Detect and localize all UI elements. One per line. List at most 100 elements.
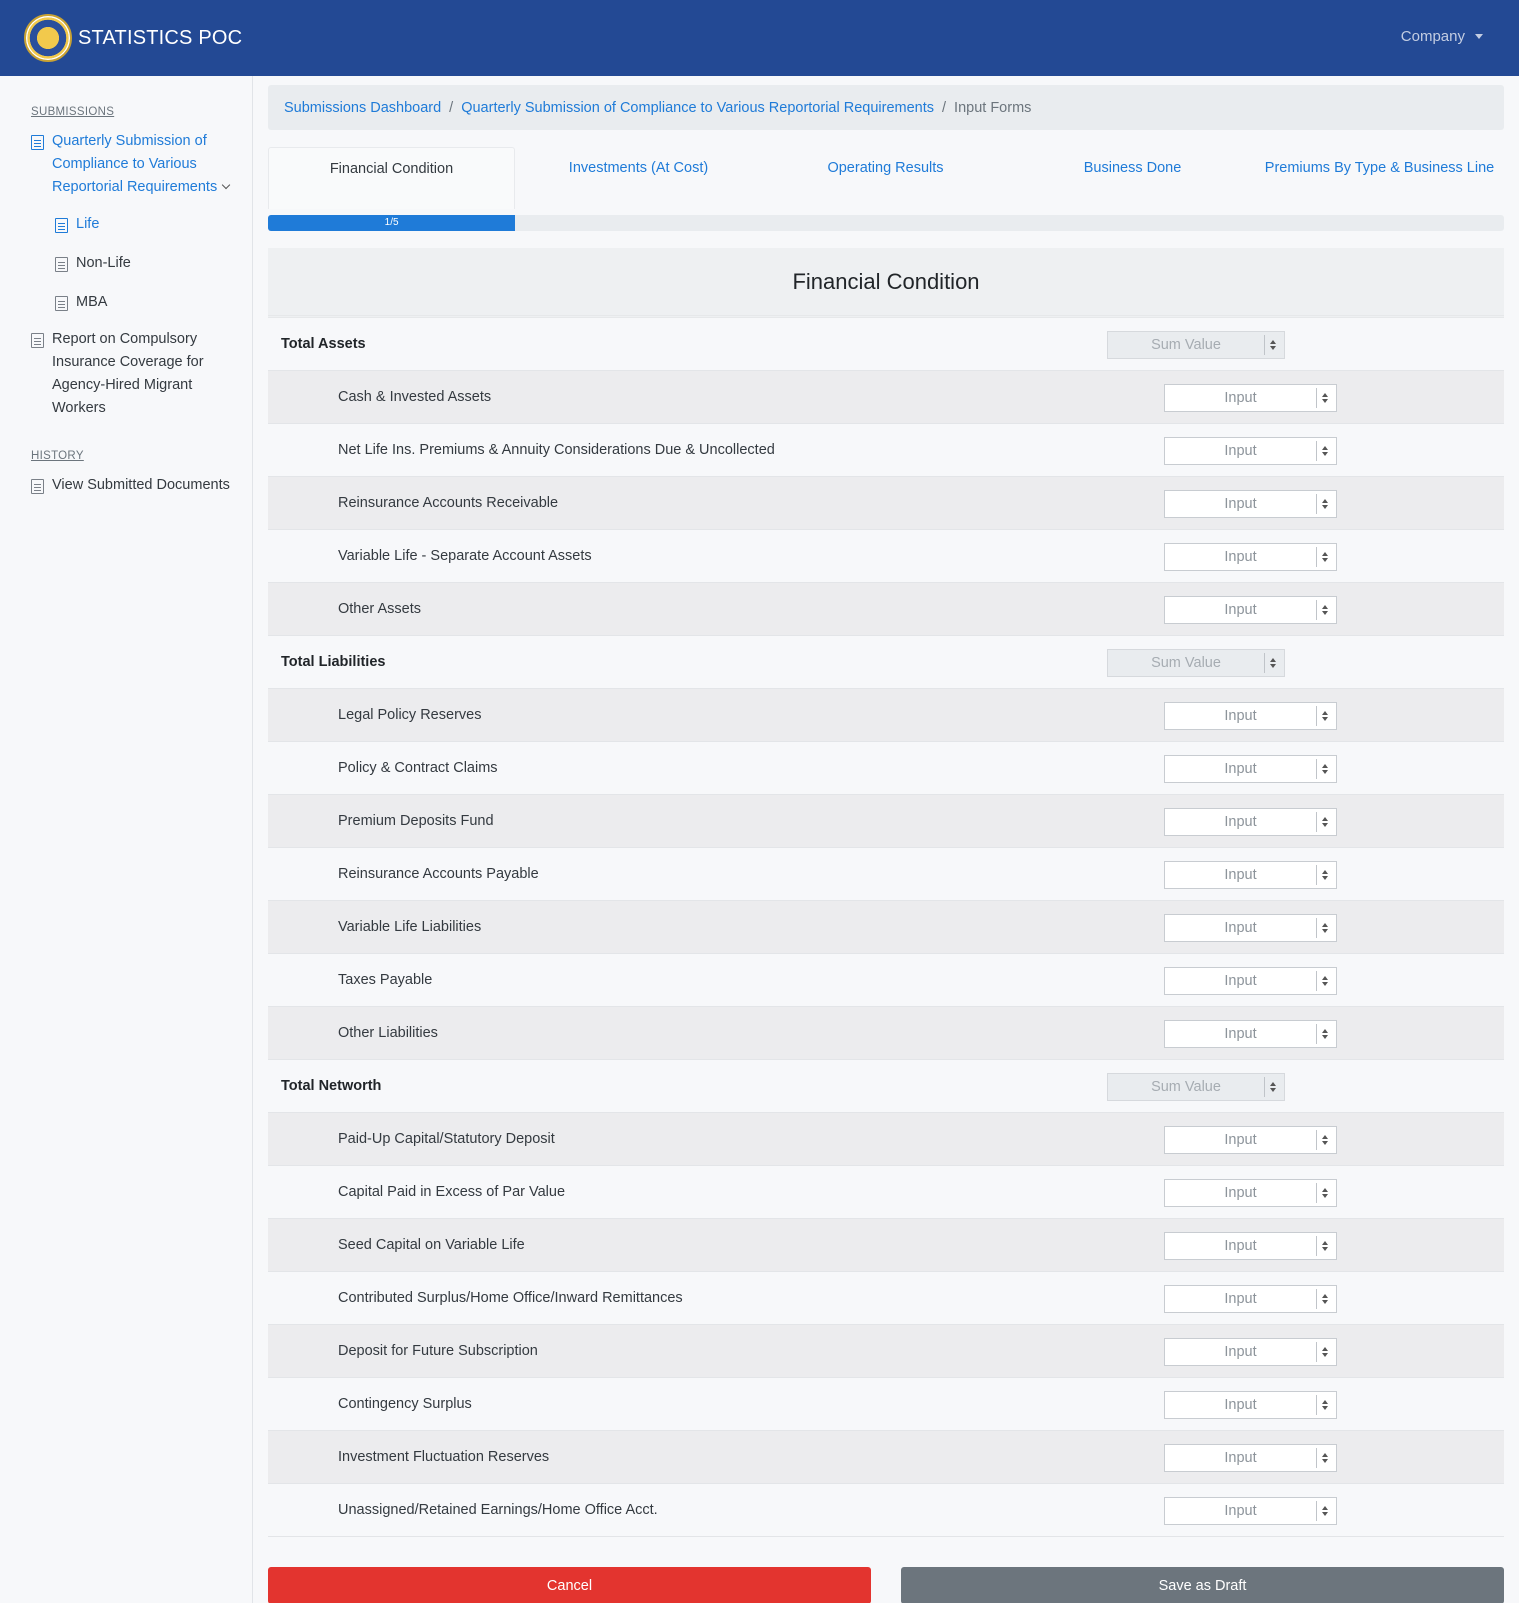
- spinner-arrows-icon[interactable]: [1316, 494, 1332, 514]
- sidebar-item-mba[interactable]: MBA: [55, 291, 255, 314]
- spinner-arrows-icon[interactable]: [1264, 653, 1280, 673]
- field-label: Legal Policy Reserves: [338, 707, 482, 723]
- spinner-arrows-icon[interactable]: [1264, 1077, 1280, 1097]
- spinner-arrows-icon[interactable]: [1316, 1183, 1332, 1203]
- group-label: Total Liabilities: [281, 654, 386, 670]
- sidebar-item-compulsory-insurance-report[interactable]: Report on Compulsory Insurance Coverage …: [31, 328, 231, 420]
- form-rows: Total Assets Sum Value Cash & Invested Ass…: [268, 318, 1504, 1537]
- number-input[interactable]: Input: [1164, 437, 1337, 465]
- number-input[interactable]: Input: [1164, 490, 1337, 518]
- sidebar-item-label: MBA: [76, 294, 108, 310]
- number-input[interactable]: Input: [1164, 384, 1337, 412]
- field-label: Cash & Invested Assets: [338, 389, 492, 405]
- spinner-arrows-icon[interactable]: [1316, 1236, 1332, 1256]
- spinner-arrows-icon[interactable]: [1316, 388, 1332, 408]
- spinner-arrows-icon[interactable]: [1316, 1395, 1332, 1415]
- number-input[interactable]: Input: [1164, 1285, 1337, 1313]
- form-row-investment-fluctuation-reserves: Investment Fluctuation Reserves Input: [268, 1431, 1504, 1484]
- number-input[interactable]: Input: [1164, 1444, 1337, 1472]
- group-label: Total Assets: [281, 336, 366, 352]
- number-input[interactable]: Input: [1164, 755, 1337, 783]
- document-icon: [55, 218, 68, 233]
- form-row-contributed-surplus-home-office-inward-remittances: Contributed Surplus/Home Office/Inward R…: [268, 1272, 1504, 1325]
- number-input[interactable]: Input: [1164, 861, 1337, 889]
- input-placeholder: Input: [1224, 1397, 1257, 1413]
- sidebar-heading-submissions: SUBMISSIONS: [31, 106, 115, 118]
- sidebar-item-label: Life: [76, 216, 100, 232]
- seal-logo-icon[interactable]: [24, 14, 72, 62]
- sidebar-item-quarterly-submission[interactable]: Quarterly Submission of Compliance to Va…: [31, 130, 231, 199]
- input-placeholder: Input: [1224, 1291, 1257, 1307]
- spinner-arrows-icon[interactable]: [1264, 335, 1280, 355]
- number-input[interactable]: Input: [1164, 543, 1337, 571]
- form-row-paid-up-capital-statutory-deposit: Paid-Up Capital/Statutory Deposit Input: [268, 1113, 1504, 1166]
- input-placeholder: Input: [1224, 708, 1257, 724]
- spinner-arrows-icon[interactable]: [1316, 1289, 1332, 1309]
- number-input[interactable]: Input: [1164, 967, 1337, 995]
- sum-value-placeholder: Sum Value: [1151, 655, 1221, 671]
- form-row-reinsurance-accounts-payable: Reinsurance Accounts Payable Input: [268, 848, 1504, 901]
- cancel-button[interactable]: Cancel: [268, 1567, 871, 1603]
- number-input[interactable]: Input: [1164, 1179, 1337, 1207]
- form-row-variable-life-separate-account-assets: Variable Life - Separate Account Assets I…: [268, 530, 1504, 583]
- spinner-arrows-icon[interactable]: [1316, 759, 1332, 779]
- input-placeholder: Input: [1224, 443, 1257, 459]
- save-as-draft-button[interactable]: Save as Draft: [901, 1567, 1504, 1603]
- breadcrumb-link-quarterly-submission[interactable]: Quarterly Submission of Compliance to Va…: [461, 100, 934, 116]
- tab-premiums-by-type-business-line[interactable]: Premiums By Type & Business Line: [1256, 147, 1503, 209]
- sidebar-item-label: Quarterly Submission of Compliance to Va…: [52, 130, 231, 199]
- document-icon: [31, 135, 44, 150]
- spinner-arrows-icon[interactable]: [1316, 1342, 1332, 1362]
- sidebar: SUBMISSIONS Quarterly Submission of Comp…: [0, 76, 253, 1603]
- spinner-arrows-icon[interactable]: [1316, 600, 1332, 620]
- spinner-arrows-icon[interactable]: [1316, 1024, 1332, 1044]
- spinner-arrows-icon[interactable]: [1316, 547, 1332, 567]
- tab-operating-results[interactable]: Operating Results: [762, 147, 1009, 209]
- sidebar-item-life[interactable]: Life: [55, 213, 255, 236]
- number-input[interactable]: Input: [1164, 1391, 1337, 1419]
- number-input[interactable]: Input: [1164, 702, 1337, 730]
- tab-business-done[interactable]: Business Done: [1009, 147, 1256, 209]
- number-input[interactable]: Input: [1164, 914, 1337, 942]
- number-input[interactable]: Input: [1164, 1020, 1337, 1048]
- company-dropdown[interactable]: Company: [1401, 28, 1483, 45]
- spinner-arrows-icon[interactable]: [1316, 1130, 1332, 1150]
- breadcrumb-link-submissions-dashboard[interactable]: Submissions Dashboard: [284, 100, 441, 116]
- number-input[interactable]: Input: [1164, 808, 1337, 836]
- number-input[interactable]: Input: [1164, 1232, 1337, 1260]
- tab-investments-at-cost[interactable]: Investments (At Cost): [515, 147, 762, 209]
- breadcrumb-separator: /: [449, 99, 454, 116]
- field-label: Contributed Surplus/Home Office/Inward R…: [338, 1290, 683, 1306]
- tab-financial-condition[interactable]: Financial Condition: [268, 147, 515, 209]
- field-label: Seed Capital on Variable Life: [338, 1237, 525, 1253]
- field-label: Premium Deposits Fund: [338, 813, 494, 829]
- number-input[interactable]: Input: [1164, 1126, 1337, 1154]
- spinner-arrows-icon[interactable]: [1316, 812, 1332, 832]
- field-label: Variable Life - Separate Account Assets: [338, 548, 592, 564]
- sidebar-item-view-submitted-documents[interactable]: View Submitted Documents: [31, 474, 231, 497]
- sidebar-item-non-life[interactable]: Non-Life: [55, 252, 255, 275]
- sum-value-placeholder: Sum Value: [1151, 1079, 1221, 1095]
- field-label: Variable Life Liabilities: [338, 919, 482, 935]
- input-placeholder: Input: [1224, 973, 1257, 989]
- spinner-arrows-icon[interactable]: [1316, 706, 1332, 726]
- document-icon: [55, 296, 68, 311]
- brand-title[interactable]: STATISTICS POC: [78, 27, 242, 50]
- form-row-seed-capital-on-variable-life: Seed Capital on Variable Life Input: [268, 1219, 1504, 1272]
- spinner-arrows-icon[interactable]: [1316, 865, 1332, 885]
- field-label: Net Life Ins. Premiums & Annuity Conside…: [338, 442, 775, 458]
- spinner-arrows-icon[interactable]: [1316, 918, 1332, 938]
- sum-value-field: Sum Value: [1107, 649, 1285, 677]
- spinner-arrows-icon[interactable]: [1316, 1501, 1332, 1521]
- spinner-arrows-icon[interactable]: [1316, 971, 1332, 991]
- spinner-arrows-icon[interactable]: [1316, 1448, 1332, 1468]
- group-label: Total Networth: [281, 1078, 382, 1094]
- number-input[interactable]: Input: [1164, 1497, 1337, 1525]
- caret-down-icon: [1475, 34, 1483, 39]
- input-placeholder: Input: [1224, 1132, 1257, 1148]
- number-input[interactable]: Input: [1164, 596, 1337, 624]
- group-row-total-networth: Total Networth Sum Value: [268, 1060, 1504, 1113]
- number-input[interactable]: Input: [1164, 1338, 1337, 1366]
- spinner-arrows-icon[interactable]: [1316, 441, 1332, 461]
- document-icon: [55, 257, 68, 272]
